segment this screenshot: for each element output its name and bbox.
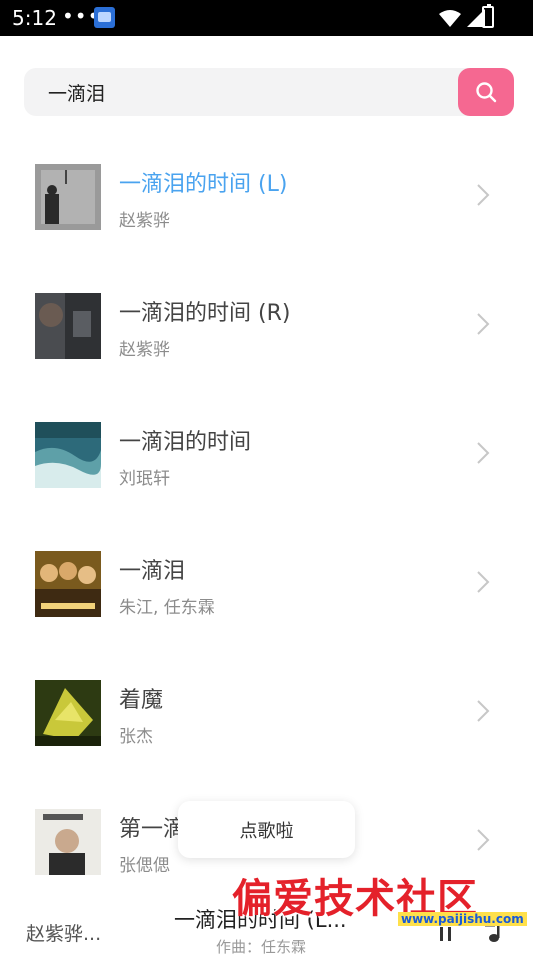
song-artist: 张杰: [119, 727, 153, 747]
watermark: 偏爱技术社区 www.paijishu.com: [228, 866, 528, 936]
song-title: 一滴泪的时间: [119, 430, 252, 455]
album-cover: [35, 422, 101, 488]
song-row[interactable]: 一滴泪的时间 (L) 赵紫骅: [0, 130, 533, 259]
song-artist: 刘珉轩: [119, 469, 170, 489]
search-icon: [476, 82, 497, 103]
chevron-right-icon: [477, 700, 490, 722]
search-bar: [24, 68, 514, 116]
player-subtitle: 作曲：任东霖: [216, 938, 307, 956]
search-input[interactable]: [24, 68, 490, 116]
battery-icon: [482, 4, 494, 28]
toast-message: 点歌啦: [178, 801, 355, 858]
player-artist: 赵紫骅...: [26, 923, 102, 945]
song-row[interactable]: 一滴泪的时间 刘珉轩: [0, 388, 533, 517]
song-row[interactable]: 一滴泪 朱江, 任东霖: [0, 517, 533, 646]
song-artist: 赵紫骅: [119, 340, 170, 360]
song-title: 一滴泪的时间 (R): [119, 301, 291, 326]
song-title: 一滴泪的时间 (L): [119, 172, 288, 197]
album-cover: [35, 293, 101, 359]
song-artist: 朱江, 任东霖: [119, 598, 215, 618]
chevron-right-icon: [477, 829, 490, 851]
app-notification-icon: [94, 7, 115, 28]
song-row[interactable]: 一滴泪的时间 (R) 赵紫骅: [0, 259, 533, 388]
song-row[interactable]: 着魔 张杰: [0, 646, 533, 775]
song-title: 一滴泪: [119, 559, 186, 584]
album-cover: [35, 680, 101, 746]
chevron-right-icon: [477, 184, 490, 206]
status-time: 5:12: [12, 6, 57, 30]
chevron-right-icon: [477, 313, 490, 335]
album-cover: [35, 164, 101, 230]
watermark-url: www.paijishu.com: [398, 912, 527, 926]
song-title: 着魔: [119, 688, 164, 713]
album-cover: [35, 551, 101, 617]
status-bar: 5:12 •••: [0, 0, 533, 36]
album-cover: [35, 809, 101, 875]
chevron-right-icon: [477, 442, 490, 464]
search-button[interactable]: [458, 68, 514, 116]
song-artist: 张偲偲: [119, 856, 170, 876]
song-artist: 赵紫骅: [119, 211, 170, 231]
chevron-right-icon: [477, 571, 490, 593]
